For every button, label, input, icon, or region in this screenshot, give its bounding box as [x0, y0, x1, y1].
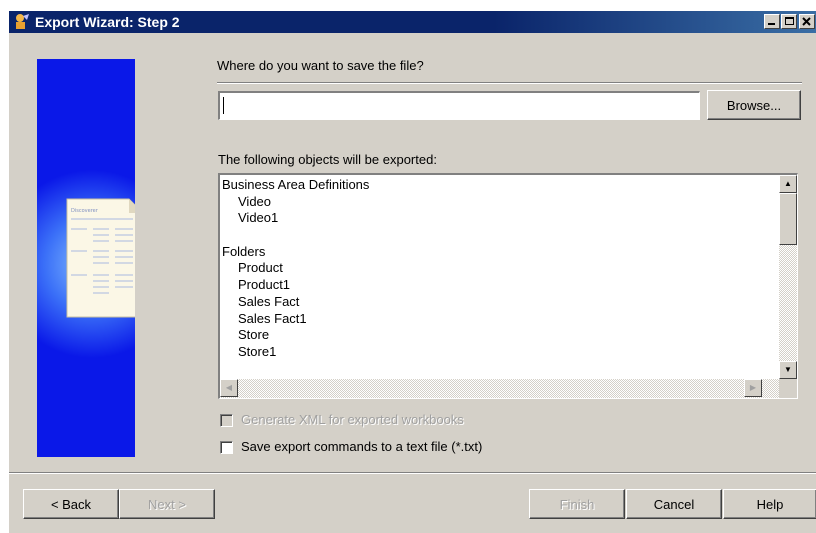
list-item[interactable]: Product — [222, 260, 774, 277]
browse-button[interactable]: Browse... — [707, 90, 801, 120]
close-icon[interactable] — [799, 14, 815, 29]
wizard-side-image: Discoverer — [37, 59, 135, 457]
generate-xml-checkbox[interactable] — [220, 414, 233, 427]
back-button[interactable]: < Back — [23, 489, 119, 519]
window-title: Export Wizard: Step 2 — [35, 14, 180, 30]
scrollbar-corner — [779, 379, 797, 398]
horizontal-scrollbar[interactable]: ◀ ▶ — [220, 379, 780, 398]
cancel-button[interactable]: Cancel — [626, 489, 722, 519]
list-item[interactable]: Store1 — [222, 344, 774, 361]
list-item[interactable]: Sales Fact — [222, 294, 774, 311]
list-item[interactable]: Store — [222, 327, 774, 344]
export-document-arrow-illustration: Discoverer — [66, 198, 135, 318]
scroll-up-icon[interactable]: ▲ — [779, 175, 797, 193]
scroll-left-icon[interactable]: ◀ — [220, 379, 238, 397]
finish-button[interactable]: Finish — [529, 489, 625, 519]
export-wizard-window: Export Wizard: Step 2 Discoverer Where d… — [8, 10, 816, 533]
help-button[interactable]: Help — [723, 489, 816, 519]
save-commands-label: Save export commands to a text file (*.t… — [241, 439, 483, 454]
objects-list-content: Business Area Definitions Video Video1 Fold… — [222, 177, 774, 377]
list-item[interactable]: Product1 — [222, 277, 774, 294]
next-button[interactable]: Next > — [119, 489, 215, 519]
list-item[interactable]: Video — [222, 194, 774, 211]
image-heading: Discoverer — [71, 208, 99, 214]
list-item[interactable]: Folders — [222, 244, 774, 261]
footer-separator — [9, 472, 816, 474]
save-path-input[interactable] — [218, 91, 700, 120]
wizard-app-icon — [13, 13, 31, 31]
prompt-separator — [217, 82, 802, 84]
list-item[interactable]: Business Area Definitions — [222, 177, 774, 194]
generate-xml-label: Generate XML for exported workbooks — [241, 412, 464, 427]
list-item[interactable]: Video1 — [222, 210, 774, 227]
scroll-thumb[interactable] — [779, 193, 797, 245]
scroll-down-icon[interactable]: ▼ — [779, 361, 797, 379]
vertical-scrollbar[interactable]: ▲ ▼ — [779, 175, 797, 379]
save-location-prompt: Where do you want to save the file? — [217, 58, 424, 73]
save-commands-checkbox[interactable] — [220, 441, 233, 454]
list-item[interactable]: Sales Fact1 — [222, 311, 774, 328]
objects-heading: The following objects will be exported: — [218, 152, 437, 167]
minimize-icon[interactable] — [764, 14, 780, 29]
exported-objects-list[interactable]: Business Area Definitions Video Video1 Fold… — [218, 173, 798, 399]
maximize-icon[interactable] — [781, 14, 797, 29]
scroll-right-icon[interactable]: ▶ — [744, 379, 762, 397]
title-bar[interactable]: Export Wizard: Step 2 — [9, 11, 816, 33]
